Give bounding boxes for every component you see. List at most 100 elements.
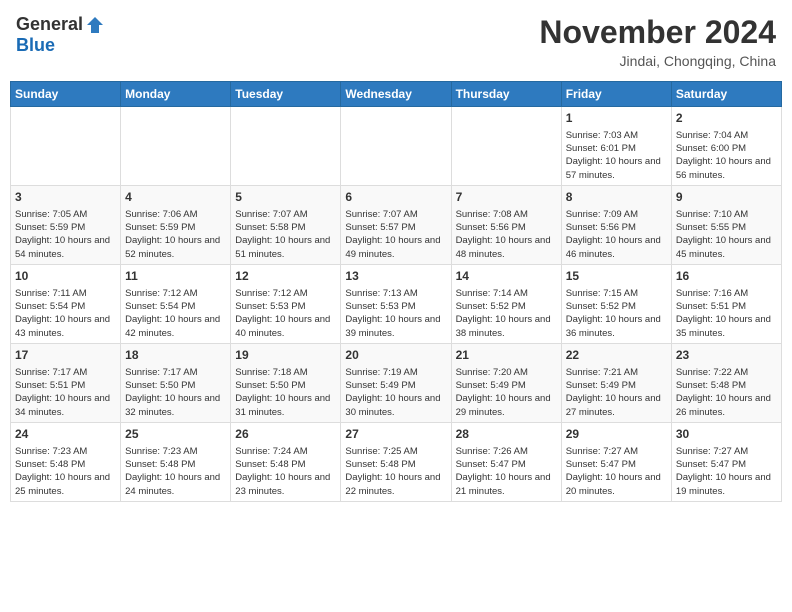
day-info: Sunrise: 7:15 AMSunset: 5:52 PMDaylight:… bbox=[566, 287, 667, 340]
calendar-day-header: Friday bbox=[561, 82, 671, 107]
day-number: 15 bbox=[566, 268, 667, 285]
calendar-week-row: 17 Sunrise: 7:17 AMSunset: 5:51 PMDayligh… bbox=[11, 343, 782, 422]
day-info: Sunrise: 7:18 AMSunset: 5:50 PMDaylight:… bbox=[235, 366, 336, 419]
day-info: Sunrise: 7:06 AMSunset: 5:59 PMDaylight:… bbox=[125, 208, 226, 261]
day-number: 2 bbox=[676, 110, 777, 127]
day-info: Sunrise: 7:17 AMSunset: 5:50 PMDaylight:… bbox=[125, 366, 226, 419]
calendar-day-cell: 25Sunrise: 7:23 AMSunset: 5:48 PMDayligh… bbox=[121, 422, 231, 501]
calendar-day-header: Saturday bbox=[671, 82, 781, 107]
title-block: November 2024 Jindai, Chongqing, China bbox=[539, 14, 776, 69]
day-number: 26 bbox=[235, 426, 336, 443]
day-info: Sunrise: 7:10 AMSunset: 5:55 PMDaylight:… bbox=[676, 208, 777, 261]
calendar-day-cell: 27 Sunrise: 7:25 AMSunset: 5:48 PMDayligh… bbox=[341, 422, 451, 501]
day-info: Sunrise: 7:22 AMSunset: 5:48 PMDaylight:… bbox=[676, 366, 777, 419]
calendar-day-cell: 10 Sunrise: 7:11 AMSunset: 5:54 PMDayligh… bbox=[11, 264, 121, 343]
calendar-day-header: Sunday bbox=[11, 82, 121, 107]
calendar-day-cell: 19 Sunrise: 7:18 AMSunset: 5:50 PMDayligh… bbox=[231, 343, 341, 422]
calendar-day-cell: 30 Sunrise: 7:27 AMSunset: 5:47 PMDayligh… bbox=[671, 422, 781, 501]
day-number: 18 bbox=[125, 347, 226, 364]
calendar-day-header: Tuesday bbox=[231, 82, 341, 107]
calendar-day-header: Monday bbox=[121, 82, 231, 107]
month-title: November 2024 bbox=[539, 14, 776, 51]
calendar-day-cell: 1 Sunrise: 7:03 AMSunset: 6:01 PMDaylight… bbox=[561, 107, 671, 186]
calendar-day-cell: 15 Sunrise: 7:15 AMSunset: 5:52 PMDayligh… bbox=[561, 264, 671, 343]
day-number: 29 bbox=[566, 426, 667, 443]
calendar-day-cell: 18 Sunrise: 7:17 AMSunset: 5:50 PMDayligh… bbox=[121, 343, 231, 422]
day-info: Sunrise: 7:03 AMSunset: 6:01 PMDaylight:… bbox=[566, 129, 667, 182]
calendar-day-cell: 23Sunrise: 7:22 AMSunset: 5:48 PMDayligh… bbox=[671, 343, 781, 422]
calendar-day-cell: 13 Sunrise: 7:13 AMSunset: 5:53 PMDayligh… bbox=[341, 264, 451, 343]
calendar-day-cell: 29 Sunrise: 7:27 AMSunset: 5:47 PMDayligh… bbox=[561, 422, 671, 501]
calendar-day-cell: 9Sunrise: 7:10 AMSunset: 5:55 PMDaylight… bbox=[671, 185, 781, 264]
day-info: Sunrise: 7:23 AMSunset: 5:48 PMDaylight:… bbox=[125, 445, 226, 498]
calendar-week-row: 24 Sunrise: 7:23 AMSunset: 5:48 PMDayligh… bbox=[11, 422, 782, 501]
calendar-week-row: 1 Sunrise: 7:03 AMSunset: 6:01 PMDaylight… bbox=[11, 107, 782, 186]
logo-icon bbox=[85, 15, 105, 35]
day-number: 17 bbox=[15, 347, 116, 364]
day-info: Sunrise: 7:27 AMSunset: 5:47 PMDaylight:… bbox=[566, 445, 667, 498]
day-info: Sunrise: 7:25 AMSunset: 5:48 PMDaylight:… bbox=[345, 445, 446, 498]
day-number: 14 bbox=[456, 268, 557, 285]
calendar-day-cell: 11Sunrise: 7:12 AMSunset: 5:54 PMDayligh… bbox=[121, 264, 231, 343]
day-number: 12 bbox=[235, 268, 336, 285]
calendar-day-cell bbox=[451, 107, 561, 186]
day-info: Sunrise: 7:05 AMSunset: 5:59 PMDaylight:… bbox=[15, 208, 116, 261]
calendar-day-cell: 21Sunrise: 7:20 AMSunset: 5:49 PMDayligh… bbox=[451, 343, 561, 422]
day-info: Sunrise: 7:23 AMSunset: 5:48 PMDaylight:… bbox=[15, 445, 116, 498]
logo-general-text: General bbox=[16, 14, 83, 35]
calendar-day-cell: 24 Sunrise: 7:23 AMSunset: 5:48 PMDayligh… bbox=[11, 422, 121, 501]
day-info: Sunrise: 7:24 AMSunset: 5:48 PMDaylight:… bbox=[235, 445, 336, 498]
day-number: 16 bbox=[676, 268, 777, 285]
calendar-week-row: 10 Sunrise: 7:11 AMSunset: 5:54 PMDayligh… bbox=[11, 264, 782, 343]
day-number: 3 bbox=[15, 189, 116, 206]
calendar-header-row: SundayMondayTuesdayWednesdayThursdayFrid… bbox=[11, 82, 782, 107]
logo-blue-text: Blue bbox=[16, 35, 55, 56]
day-info: Sunrise: 7:11 AMSunset: 5:54 PMDaylight:… bbox=[15, 287, 116, 340]
day-info: Sunrise: 7:08 AMSunset: 5:56 PMDaylight:… bbox=[456, 208, 557, 261]
day-number: 6 bbox=[345, 189, 446, 206]
calendar-day-cell: 4Sunrise: 7:06 AMSunset: 5:59 PMDaylight… bbox=[121, 185, 231, 264]
calendar-day-cell: 26 Sunrise: 7:24 AMSunset: 5:48 PMDayligh… bbox=[231, 422, 341, 501]
day-info: Sunrise: 7:04 AMSunset: 6:00 PMDaylight:… bbox=[676, 129, 777, 182]
calendar-day-cell: 8Sunrise: 7:09 AMSunset: 5:56 PMDaylight… bbox=[561, 185, 671, 264]
calendar-day-cell bbox=[121, 107, 231, 186]
day-number: 7 bbox=[456, 189, 557, 206]
calendar-day-cell: 28Sunrise: 7:26 AMSunset: 5:47 PMDayligh… bbox=[451, 422, 561, 501]
calendar-week-row: 3 Sunrise: 7:05 AMSunset: 5:59 PMDaylight… bbox=[11, 185, 782, 264]
day-number: 5 bbox=[235, 189, 336, 206]
day-number: 10 bbox=[15, 268, 116, 285]
day-info: Sunrise: 7:27 AMSunset: 5:47 PMDaylight:… bbox=[676, 445, 777, 498]
day-number: 24 bbox=[15, 426, 116, 443]
day-info: Sunrise: 7:12 AMSunset: 5:53 PMDaylight:… bbox=[235, 287, 336, 340]
calendar-day-header: Wednesday bbox=[341, 82, 451, 107]
day-info: Sunrise: 7:16 AMSunset: 5:51 PMDaylight:… bbox=[676, 287, 777, 340]
calendar-day-cell: 7 Sunrise: 7:08 AMSunset: 5:56 PMDaylight… bbox=[451, 185, 561, 264]
day-number: 27 bbox=[345, 426, 446, 443]
day-info: Sunrise: 7:13 AMSunset: 5:53 PMDaylight:… bbox=[345, 287, 446, 340]
day-number: 20 bbox=[345, 347, 446, 364]
day-number: 22 bbox=[566, 347, 667, 364]
calendar-day-cell: 22 Sunrise: 7:21 AMSunset: 5:49 PMDayligh… bbox=[561, 343, 671, 422]
day-number: 30 bbox=[676, 426, 777, 443]
calendar-day-header: Thursday bbox=[451, 82, 561, 107]
day-number: 19 bbox=[235, 347, 336, 364]
calendar-table: SundayMondayTuesdayWednesdayThursdayFrid… bbox=[10, 81, 782, 502]
day-number: 11 bbox=[125, 268, 226, 285]
day-number: 13 bbox=[345, 268, 446, 285]
calendar-day-cell bbox=[231, 107, 341, 186]
calendar-day-cell: 17 Sunrise: 7:17 AMSunset: 5:51 PMDayligh… bbox=[11, 343, 121, 422]
day-info: Sunrise: 7:17 AMSunset: 5:51 PMDaylight:… bbox=[15, 366, 116, 419]
calendar-day-cell: 12 Sunrise: 7:12 AMSunset: 5:53 PMDayligh… bbox=[231, 264, 341, 343]
location-subtitle: Jindai, Chongqing, China bbox=[539, 53, 776, 69]
calendar-day-cell bbox=[11, 107, 121, 186]
day-info: Sunrise: 7:09 AMSunset: 5:56 PMDaylight:… bbox=[566, 208, 667, 261]
calendar-day-cell: 2 Sunrise: 7:04 AMSunset: 6:00 PMDaylight… bbox=[671, 107, 781, 186]
day-number: 1 bbox=[566, 110, 667, 127]
calendar-day-cell: 16 Sunrise: 7:16 AMSunset: 5:51 PMDayligh… bbox=[671, 264, 781, 343]
day-info: Sunrise: 7:07 AMSunset: 5:57 PMDaylight:… bbox=[345, 208, 446, 261]
day-info: Sunrise: 7:26 AMSunset: 5:47 PMDaylight:… bbox=[456, 445, 557, 498]
calendar-day-cell: 20Sunrise: 7:19 AMSunset: 5:49 PMDayligh… bbox=[341, 343, 451, 422]
calendar-day-cell: 14Sunrise: 7:14 AMSunset: 5:52 PMDayligh… bbox=[451, 264, 561, 343]
day-info: Sunrise: 7:21 AMSunset: 5:49 PMDaylight:… bbox=[566, 366, 667, 419]
page-header: General Blue November 2024 Jindai, Chong… bbox=[10, 10, 782, 73]
